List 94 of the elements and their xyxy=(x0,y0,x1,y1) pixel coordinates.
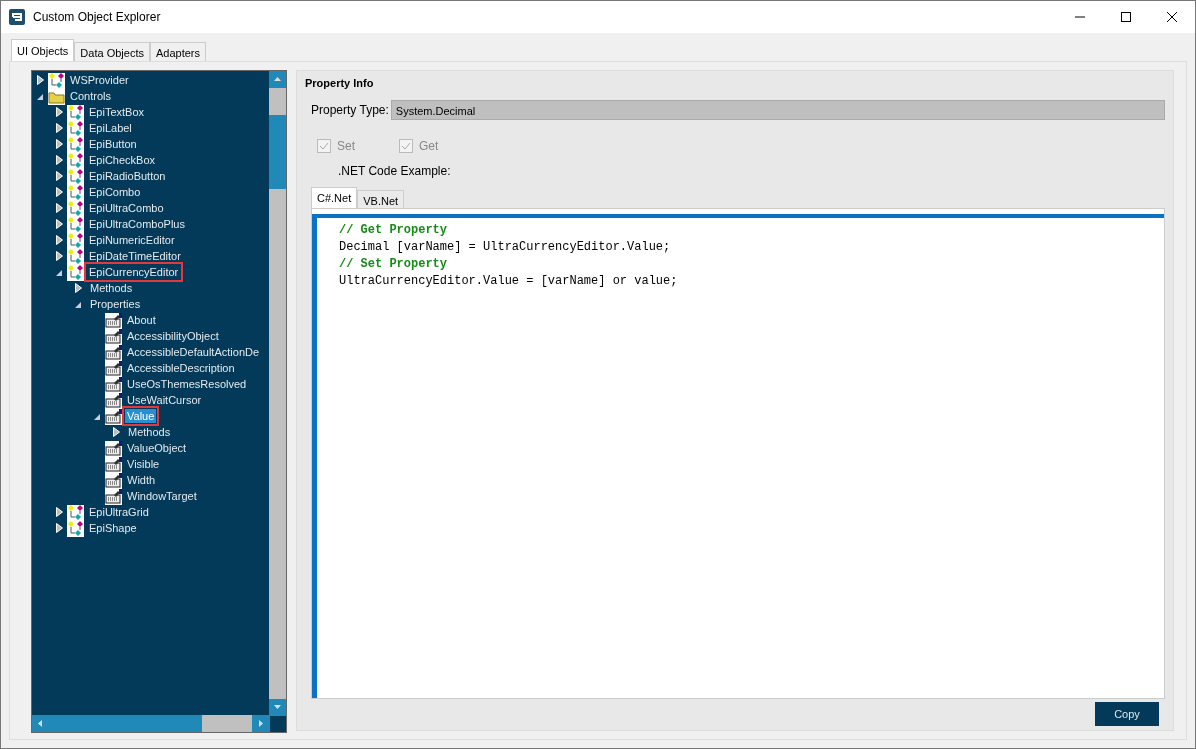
section-title: Property Info xyxy=(305,76,375,91)
component-icon xyxy=(67,185,84,202)
collapse-arrow-icon[interactable] xyxy=(37,92,44,100)
app-logo-icon xyxy=(9,9,25,25)
tree-item[interactable]: Methods xyxy=(126,425,173,439)
component-icon xyxy=(67,201,84,218)
expand-arrow-icon[interactable] xyxy=(56,171,63,181)
tree-item[interactable]: EpiCurrencyEditor xyxy=(87,265,181,279)
tab[interactable]: VB.Net xyxy=(357,189,405,208)
tab[interactable]: Data Objects xyxy=(74,42,150,61)
component-icon xyxy=(67,153,84,170)
folder-icon xyxy=(48,89,65,106)
property-icon xyxy=(105,345,122,362)
tree-item[interactable]: ValueObject xyxy=(125,441,189,455)
expand-arrow-icon[interactable] xyxy=(56,155,63,165)
expand-arrow-icon[interactable] xyxy=(56,187,63,197)
checkbox-label: Set xyxy=(337,138,355,153)
tree-item[interactable]: Methods xyxy=(88,281,135,295)
property-icon xyxy=(105,313,122,330)
checkmark-icon xyxy=(401,142,411,151)
tree-item[interactable]: Visible xyxy=(125,457,162,471)
tree-item[interactable]: EpiUltraGrid xyxy=(87,505,151,519)
component-icon xyxy=(67,505,84,522)
tree-item[interactable]: EpiUltraComboPlus xyxy=(87,217,187,231)
expand-arrow-icon[interactable] xyxy=(56,523,63,533)
tree-item[interactable]: AccessibilityObject xyxy=(125,329,221,343)
code-example-label: .NET Code Example: xyxy=(338,162,452,180)
tree-item[interactable]: UseWaitCursor xyxy=(125,393,204,407)
component-icon xyxy=(67,105,84,122)
collapse-arrow-icon[interactable] xyxy=(75,300,82,308)
copy-button[interactable]: Copy xyxy=(1095,702,1159,726)
close-icon[interactable] xyxy=(1167,12,1177,22)
property-icon xyxy=(105,393,122,410)
vertical-scrollbar[interactable] xyxy=(269,71,286,716)
expand-arrow-icon[interactable] xyxy=(56,219,63,229)
expand-arrow-icon[interactable] xyxy=(56,507,63,517)
expand-arrow-icon[interactable] xyxy=(56,235,63,245)
horizontal-scrollbar[interactable] xyxy=(32,715,270,732)
tree-item[interactable]: EpiTextBox xyxy=(87,105,147,119)
property-icon xyxy=(105,409,122,426)
component-icon xyxy=(67,217,84,234)
collapse-arrow-icon[interactable] xyxy=(56,268,63,276)
property-icon xyxy=(105,361,122,378)
tree-item[interactable]: Controls xyxy=(68,89,113,103)
tree-item[interactable]: EpiRadioButton xyxy=(87,169,168,183)
component-icon xyxy=(67,121,84,138)
tab[interactable]: Adapters xyxy=(149,42,206,61)
tree-item[interactable]: AccessibleDescription xyxy=(125,361,237,375)
tree-item[interactable]: EpiShape xyxy=(87,521,139,535)
component-icon xyxy=(67,249,84,266)
component-icon xyxy=(67,169,84,186)
component-icon xyxy=(67,233,84,250)
component-icon xyxy=(48,73,65,90)
tree-item[interactable]: WindowTarget xyxy=(125,489,199,503)
tree-item[interactable]: EpiUltraCombo xyxy=(87,201,166,215)
component-icon xyxy=(67,137,84,154)
tree-item[interactable]: EpiDateTimeEditor xyxy=(87,249,183,263)
tree-item[interactable]: EpiCombo xyxy=(87,185,143,199)
tab[interactable]: UI Objects xyxy=(11,39,75,61)
expand-arrow-icon[interactable] xyxy=(113,427,120,437)
field-label: Property Type: xyxy=(311,101,389,119)
tree-item[interactable]: Properties xyxy=(88,297,143,311)
property-icon xyxy=(105,377,122,394)
property-icon xyxy=(105,473,122,490)
expand-arrow-icon[interactable] xyxy=(56,251,63,261)
property-type-field: System.Decimal xyxy=(390,99,1165,120)
tree-item[interactable]: AccessibleDefaultActionDe xyxy=(125,345,262,359)
component-icon xyxy=(67,265,84,282)
tree-item[interactable]: Value xyxy=(125,409,157,423)
tree-item[interactable]: EpiNumericEditor xyxy=(87,233,177,247)
tree-item[interactable]: EpiLabel xyxy=(87,121,134,135)
tree-item[interactable]: About xyxy=(125,313,158,327)
expand-arrow-icon[interactable] xyxy=(56,203,63,213)
tree-item[interactable]: EpiButton xyxy=(87,137,139,151)
checkbox-label: Get xyxy=(419,138,439,153)
window-title: Custom Object Explorer xyxy=(33,9,161,26)
expand-arrow-icon[interactable] xyxy=(56,107,63,117)
tree-item[interactable]: Width xyxy=(125,473,158,487)
tab[interactable]: C#.Net xyxy=(311,186,358,208)
expand-arrow-icon[interactable] xyxy=(37,75,44,85)
property-icon xyxy=(105,457,122,474)
tree-item[interactable]: WSProvider xyxy=(68,73,131,87)
expand-arrow-icon[interactable] xyxy=(56,139,63,149)
property-icon xyxy=(105,441,122,458)
tree-item[interactable]: UseOsThemesResolved xyxy=(125,377,249,391)
tree-item[interactable]: EpiCheckBox xyxy=(87,153,158,167)
expand-arrow-icon[interactable] xyxy=(75,283,82,293)
property-icon xyxy=(105,329,122,346)
expand-arrow-icon[interactable] xyxy=(56,123,63,133)
checkmark-icon xyxy=(319,142,329,151)
property-icon xyxy=(105,489,122,506)
component-icon xyxy=(67,521,84,538)
collapse-arrow-icon[interactable] xyxy=(94,412,101,420)
maximize-icon[interactable] xyxy=(1121,12,1131,22)
